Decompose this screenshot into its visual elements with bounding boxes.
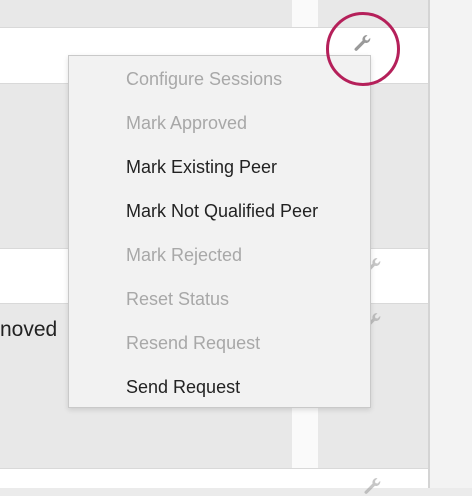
row-status-text: noved (0, 318, 58, 341)
menu-item-mark-rejected[interactable]: Mark Rejected (126, 245, 242, 266)
menu-item-mark-approved[interactable]: Mark Approved (126, 113, 247, 134)
menu-item-resend-request[interactable]: Resend Request (126, 333, 260, 354)
menu-item-configure-sessions[interactable]: Configure Sessions (126, 69, 282, 90)
highlight-circle (326, 12, 400, 86)
menu-item-reset-status[interactable]: Reset Status (126, 289, 229, 310)
wrench-icon[interactable] (362, 476, 382, 496)
table-column-strip (292, 0, 318, 27)
menu-item-send-request[interactable]: Send Request (126, 377, 240, 398)
menu-item-mark-existing-peer[interactable]: Mark Existing Peer (126, 157, 277, 178)
right-pane (430, 0, 472, 488)
actions-dropdown-menu: Configure Sessions Mark Approved Mark Ex… (68, 55, 371, 408)
menu-item-mark-not-qualified-peer[interactable]: Mark Not Qualified Peer (126, 201, 318, 222)
